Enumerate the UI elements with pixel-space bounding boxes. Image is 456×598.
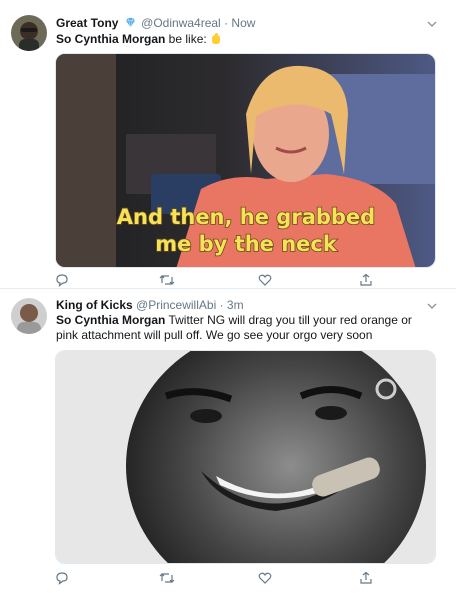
heart-icon[interactable] (258, 273, 274, 289)
separator: · (224, 16, 229, 30)
handle[interactable]: @PrincewillAbi (136, 298, 216, 312)
share-icon[interactable] (359, 571, 375, 587)
handle[interactable]: @Odinwa4real (141, 16, 221, 30)
reply-icon[interactable] (55, 273, 71, 289)
tweet-actions (55, 273, 385, 289)
tweet-header: King of Kicks @PrincewillAbi · 3m (56, 298, 244, 312)
gif-caption-line1: And then, he grabbed (117, 205, 375, 229)
tweet[interactable]: Great Tony @Odinwa4real · Now So Cynthia… (0, 0, 456, 289)
tweet-actions (55, 571, 385, 587)
separator: · (219, 298, 224, 312)
tweet-text-bold: So Cynthia Morgan (56, 32, 166, 46)
display-name[interactable]: King of Kicks (56, 298, 133, 312)
retweet-icon[interactable] (159, 571, 175, 587)
tweet-text: So Cynthia Morgan be like: (56, 32, 436, 47)
avatar[interactable] (11, 15, 47, 51)
timestamp[interactable]: Now (231, 16, 255, 30)
photo-media[interactable] (55, 350, 436, 564)
retweet-icon[interactable] (159, 273, 175, 289)
reply-icon[interactable] (55, 571, 71, 587)
heart-icon[interactable] (258, 571, 274, 587)
tweet-text-rest: be like: (165, 32, 207, 46)
pointing-hand-icon (210, 32, 222, 46)
timestamp[interactable]: 3m (227, 298, 244, 312)
gif-media[interactable]: And then, he grabbed me by the neck (55, 53, 436, 268)
tweet-feed: Great Tony @Odinwa4real · Now So Cynthia… (0, 0, 456, 598)
chevron-down-icon[interactable] (426, 299, 438, 311)
display-name[interactable]: Great Tony (56, 16, 118, 30)
chevron-down-icon[interactable] (426, 17, 438, 29)
tweet-text-bold: So Cynthia Morgan (56, 313, 166, 327)
tweet-text: So Cynthia Morgan Twitter NG will drag y… (56, 313, 436, 343)
diamond-icon (125, 17, 136, 31)
gif-caption-line2: me by the neck (155, 232, 338, 256)
tweet-header: Great Tony @Odinwa4real · Now (56, 16, 255, 31)
share-icon[interactable] (359, 273, 375, 289)
avatar[interactable] (11, 298, 47, 334)
